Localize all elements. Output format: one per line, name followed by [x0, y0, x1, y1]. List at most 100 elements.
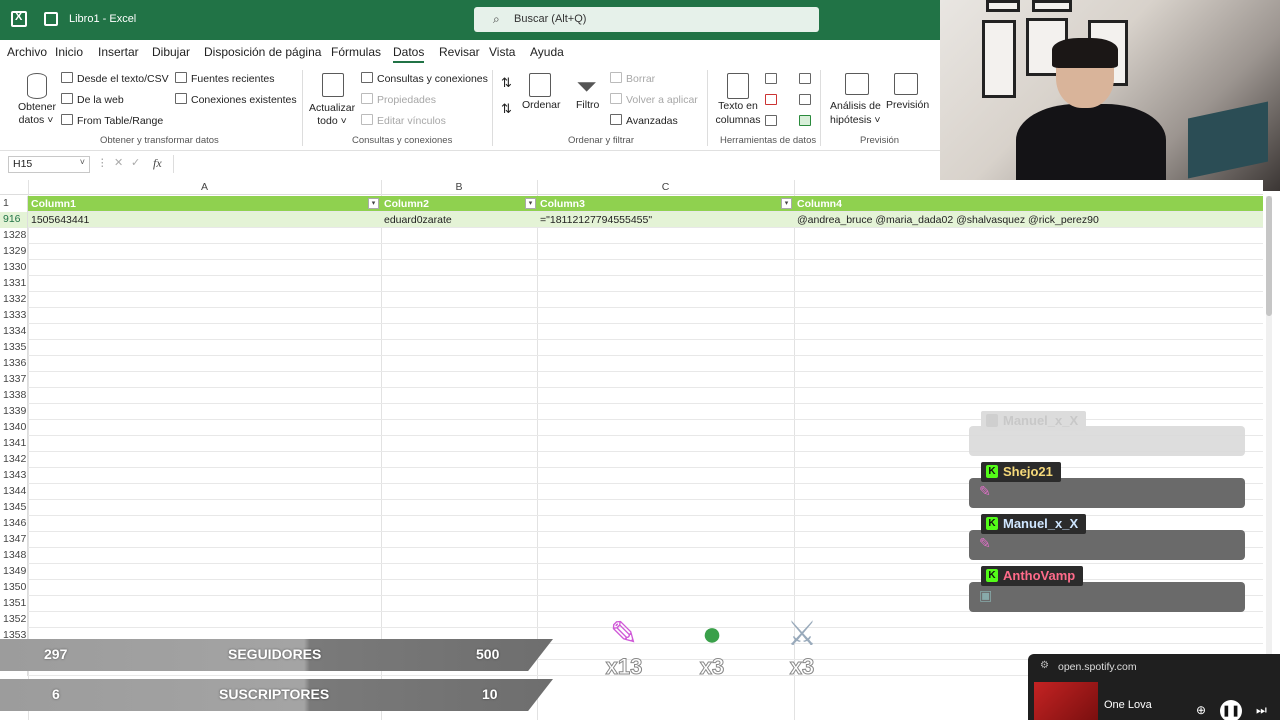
function-icon[interactable]: fx — [153, 156, 162, 171]
existing-connections-button[interactable]: Conexiones existentes — [175, 93, 297, 106]
search-input[interactable]: ⌕ Buscar (Alt+Q) — [474, 7, 819, 32]
column-headers: A B C — [0, 180, 1263, 195]
refresh-all-button[interactable]: Actualizar todo ˅ — [309, 102, 355, 128]
table-header-cell[interactable]: Column2 — [384, 198, 429, 210]
menu-inicio[interactable]: Inicio — [55, 45, 83, 59]
clear-filter-button[interactable]: Borrar — [610, 72, 655, 85]
row-header[interactable]: 1333 — [0, 308, 28, 324]
table-header-cell[interactable]: Column3 — [540, 198, 585, 210]
text-to-columns-button[interactable]: Texto en columnas — [715, 99, 761, 127]
pause-icon[interactable]: ❚❚ — [1220, 700, 1242, 722]
row-header[interactable]: 1351 — [0, 596, 28, 612]
ribbon: Obtener datos ˅ Desde el texto/CSV De la… — [0, 65, 940, 151]
chat-message: ▣ — [969, 582, 1245, 612]
chat-message: ✎ — [969, 478, 1245, 508]
menu-disposicion[interactable]: Disposición de página — [204, 45, 321, 59]
row-header[interactable]: 1335 — [0, 340, 28, 356]
kick-icon: K — [986, 517, 998, 530]
chevron-down-icon[interactable]: ˅ — [80, 157, 85, 167]
edit-links-button[interactable]: Editar vínculos — [361, 114, 446, 127]
row-header[interactable]: 1346 — [0, 516, 28, 532]
menu-vista[interactable]: Vista — [489, 45, 515, 59]
column-header-a[interactable]: A — [28, 181, 381, 193]
row-header[interactable]: 1339 — [0, 404, 28, 420]
row-header[interactable]: 1344 — [0, 484, 28, 500]
filter-button[interactable]: Filtro — [576, 99, 599, 111]
row-header[interactable]: 1345 — [0, 500, 28, 516]
from-text-button[interactable]: Desde el texto/CSV — [61, 72, 169, 85]
row-header[interactable]: 1352 — [0, 612, 28, 628]
row-header[interactable]: 1347 — [0, 532, 28, 548]
row-header[interactable]: 1341 — [0, 436, 28, 452]
consolidate-icon[interactable] — [799, 73, 811, 84]
vertical-scrollbar[interactable] — [1266, 196, 1272, 656]
table-row: 1330 — [0, 260, 1263, 276]
queries-connections-button[interactable]: Consultas y conexiones — [361, 72, 488, 85]
scrollbar-thumb[interactable] — [1266, 196, 1272, 316]
filter-dropdown-icon[interactable]: ▾ — [781, 198, 792, 209]
name-box[interactable]: H15 ˅ — [8, 156, 90, 173]
spotify-url: open.spotify.com — [1058, 661, 1137, 673]
menu-revisar[interactable]: Revisar — [439, 45, 480, 59]
sort-za-icon[interactable]: ⇅ — [501, 101, 512, 117]
reapply-button[interactable]: Volver a aplicar — [610, 93, 698, 106]
column-header-b[interactable]: B — [381, 181, 537, 193]
recent-sources-button[interactable]: Fuentes recientes — [175, 72, 274, 85]
row-header[interactable]: 1349 — [0, 564, 28, 580]
filter-active-icon[interactable]: ▾ — [525, 198, 536, 209]
column-header-c[interactable]: C — [537, 181, 794, 193]
sort-button[interactable]: Ordenar — [522, 99, 561, 111]
menu-archivo[interactable]: Archivo — [7, 45, 47, 59]
row-header[interactable]: 1343 — [0, 468, 28, 484]
table-cell[interactable]: eduard0zarate — [384, 214, 452, 226]
table-row: 916 1505643441 eduard0zarate ="181121277… — [0, 212, 1263, 228]
save-icon[interactable] — [44, 12, 58, 26]
row-header[interactable]: 1328 — [0, 228, 28, 244]
feather-emote-icon: ✎ — [979, 535, 991, 551]
kick-icon: K — [986, 465, 998, 478]
robot-emote-icon: ▣ — [979, 587, 993, 603]
table-header-cell[interactable]: Column4 — [797, 198, 842, 210]
menu-datos[interactable]: Datos — [393, 45, 425, 63]
row-header[interactable]: 1329 — [0, 244, 28, 260]
menu-dibujar[interactable]: Dibujar — [152, 45, 190, 59]
table-cell[interactable]: 1505643441 — [31, 214, 89, 226]
table-cell[interactable]: ="18112127794555455" — [540, 214, 652, 226]
menu-formulas[interactable]: Fórmulas — [331, 45, 381, 59]
properties-button[interactable]: Propiedades — [361, 93, 436, 106]
row-header[interactable]: 1342 — [0, 452, 28, 468]
row-header[interactable]: 1350 — [0, 580, 28, 596]
menu-insertar[interactable]: Insertar — [98, 45, 139, 59]
what-if-button[interactable]: Análisis de hipótesis ˅ — [830, 99, 881, 127]
row-header[interactable]: 1340 — [0, 420, 28, 436]
cancel-icon[interactable]: ✕ — [114, 156, 123, 169]
filter-dropdown-icon[interactable]: ▾ — [368, 198, 379, 209]
get-data-button[interactable]: Obtener datos ˅ — [18, 101, 56, 127]
from-table-button[interactable]: From Table/Range — [61, 114, 163, 127]
row-header[interactable]: 1348 — [0, 548, 28, 564]
from-web-button[interactable]: De la web — [61, 93, 124, 106]
row-header[interactable]: 1337 — [0, 372, 28, 388]
sort-az-icon[interactable]: ⇅ — [501, 75, 512, 91]
data-model-icon[interactable] — [799, 115, 811, 126]
next-track-icon[interactable]: ⏭ — [1256, 703, 1267, 718]
row-header[interactable]: 1332 — [0, 292, 28, 308]
row-header[interactable]: 1330 — [0, 260, 28, 276]
menu-ayuda[interactable]: Ayuda — [530, 45, 564, 59]
remove-duplicates-icon[interactable] — [765, 94, 777, 105]
advanced-filter-button[interactable]: Avanzadas — [610, 114, 678, 127]
row-header[interactable]: 916 — [0, 212, 28, 228]
row-header[interactable]: 1338 — [0, 388, 28, 404]
table-cell[interactable]: @andrea_bruce @maria_dada02 @shalvasquez… — [797, 214, 1099, 226]
row-header[interactable]: 1 — [0, 196, 28, 212]
row-header[interactable]: 1334 — [0, 324, 28, 340]
table-header-cell[interactable]: Column1 — [31, 198, 76, 210]
row-header[interactable]: 1331 — [0, 276, 28, 292]
relationships-icon[interactable] — [799, 94, 811, 105]
data-validation-icon[interactable] — [765, 115, 777, 126]
forecast-button[interactable]: Previsión — [886, 99, 929, 111]
flash-fill-icon[interactable] — [765, 73, 777, 84]
add-icon[interactable]: ⊕ — [1196, 703, 1206, 717]
row-header[interactable]: 1336 — [0, 356, 28, 372]
enter-icon[interactable]: ✓ — [131, 156, 140, 169]
